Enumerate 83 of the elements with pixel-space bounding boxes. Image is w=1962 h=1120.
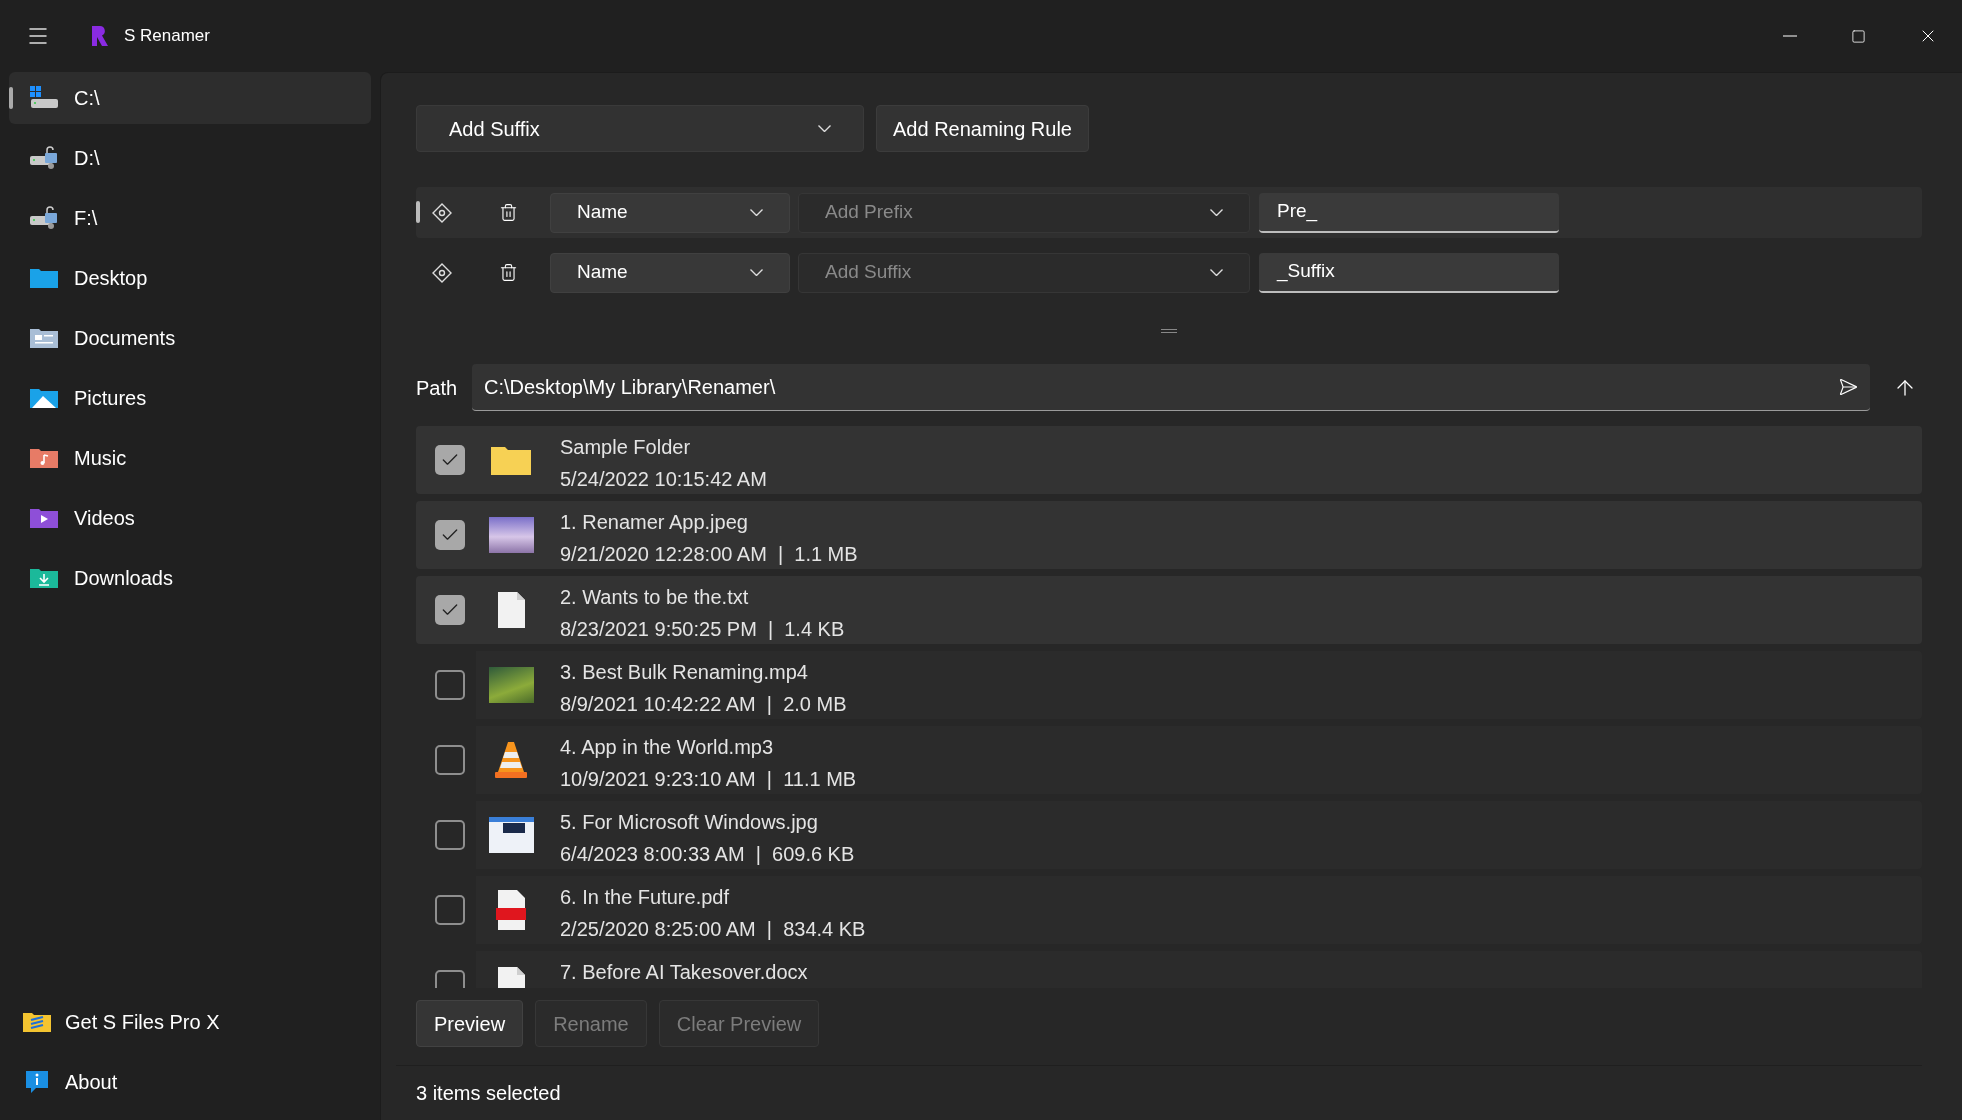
file-details: 5/24/2022 10:15:42 AM: [560, 467, 767, 492]
path-field[interactable]: C:\Desktop\My Library\Renamer\: [472, 364, 1870, 411]
chevron-down-icon: [750, 269, 763, 276]
diamond-icon: [432, 262, 452, 283]
file-name: Sample Folder: [560, 435, 692, 460]
status-text: 3 items selected: [416, 1082, 561, 1104]
send-icon[interactable]: [1838, 377, 1858, 397]
action-button[interactable]: Preview: [416, 1000, 524, 1047]
app-logo: [92, 26, 108, 46]
selection-indicator: [416, 201, 420, 223]
sidebar-item[interactable]: F:\: [9, 192, 371, 244]
thumbnail-placeholder: [488, 667, 534, 703]
sidebar-item[interactable]: D:\: [9, 132, 371, 184]
sidebar-item[interactable]: Music: [9, 432, 371, 484]
chevron-down-icon: [1210, 209, 1223, 216]
file-name: 4. App in the World.mp3: [560, 735, 775, 760]
folder-icon: [30, 266, 58, 290]
file-name: 1. Renamer App.jpeg: [560, 510, 749, 535]
file-name: 7. Before AI Takesover.docx: [560, 960, 808, 985]
sidebar-item[interactable]: C:\: [9, 72, 371, 124]
pdf-file-icon: [496, 890, 526, 930]
checkbox[interactable]: [434, 445, 465, 475]
music-folder-icon: [30, 446, 58, 470]
file-details: 9/21/2020 12:28:00 AM | 1.1 MB: [560, 542, 858, 567]
downloads-folder-icon: [30, 566, 58, 590]
file-row[interactable]: Sample Folder 5/24/2022 10:15:42 AM: [416, 426, 1922, 494]
minimize-icon: [1782, 35, 1797, 37]
add-rule-button[interactable]: Add Renaming Rule: [876, 105, 1089, 152]
text-field[interactable]: _Suffix: [1259, 252, 1559, 293]
rule-row[interactable]: Name Add Suffix _Suffix: [416, 247, 1922, 298]
locked-drive-icon: [30, 146, 58, 170]
sidebar-item[interactable]: Downloads: [9, 552, 371, 604]
file-name: 2. Wants to be the.txt: [560, 585, 750, 610]
path-label: Path: [416, 375, 459, 401]
document-icon: [496, 592, 526, 628]
target-dropdown[interactable]: Name: [550, 192, 790, 233]
thumbnail-placeholder: [488, 517, 534, 553]
file-name: 6. In the Future.pdf: [560, 885, 730, 910]
checkbox[interactable]: [434, 520, 465, 550]
documents-folder-icon: [30, 326, 58, 350]
selection-indicator: [9, 87, 13, 109]
traffic-cone-icon: [493, 740, 529, 780]
file-name: 5. For Microsoft Windows.jpg: [560, 810, 819, 835]
checkbox[interactable]: [434, 820, 465, 850]
trash-icon: [498, 203, 518, 222]
rule-row[interactable]: Name Add Prefix Pre_: [416, 187, 1922, 238]
pictures-folder-icon: [30, 386, 58, 410]
locked-drive-icon: [30, 206, 58, 230]
sidebar-item[interactable]: Documents: [9, 312, 371, 364]
sidebar-item[interactable]: Pictures: [9, 372, 371, 424]
videos-folder-icon: [30, 506, 58, 530]
checkbox[interactable]: [434, 595, 465, 625]
sidebar-item[interactable]: Desktop: [9, 252, 371, 304]
file-details: 10/9/2021 9:23:10 AM | 11.1 MB: [560, 767, 857, 792]
file-details: 2/25/2020 8:25:00 AM | 834.4 KB: [560, 917, 866, 942]
trash-icon: [498, 263, 518, 282]
target-dropdown[interactable]: Name: [550, 252, 790, 293]
chevron-down-icon: [1210, 269, 1223, 276]
file-row[interactable]: 1. Renamer App.jpeg 9/21/2020 12:28:00 AM | 1.1 MB: [416, 501, 1922, 569]
folder-icon: [23, 1010, 51, 1034]
info-icon: [23, 1070, 51, 1094]
sidebar-item[interactable]: Videos: [9, 492, 371, 544]
folder-icon: [491, 445, 531, 475]
file-details: 8/23/2021 9:50:25 PM | 1.4 KB: [560, 617, 845, 642]
checkbox[interactable]: [434, 670, 465, 700]
file-name: 3. Best Bulk Renaming.mp4: [560, 660, 809, 685]
checkbox[interactable]: [434, 895, 465, 925]
file-details: 8/9/2021 10:42:22 AM | 2.0 MB: [560, 692, 847, 717]
checkbox[interactable]: [434, 745, 465, 775]
splitter-grip[interactable]: [1161, 329, 1177, 333]
chevron-down-icon: [750, 209, 763, 216]
file-details: 6/4/2023 8:00:33 AM | 609.6 KB: [560, 842, 855, 867]
rule-type-dropdown[interactable]: Add Suffix: [416, 105, 864, 152]
sidebar-item[interactable]: Get S Files Pro X: [9, 996, 371, 1048]
drive-icon: [30, 86, 58, 110]
window-title: S Renamer: [124, 25, 210, 48]
maximize-icon: [1851, 28, 1866, 44]
text-field[interactable]: Pre_: [1259, 192, 1559, 233]
chevron-down-icon: [818, 125, 831, 132]
diamond-icon: [432, 202, 452, 223]
sidebar-item[interactable]: About: [9, 1056, 371, 1108]
file-row[interactable]: 2. Wants to be the.txt 8/23/2021 9:50:25 PM | 1.4 KB: [416, 576, 1922, 644]
screenshot-thumbnail: [488, 817, 534, 853]
